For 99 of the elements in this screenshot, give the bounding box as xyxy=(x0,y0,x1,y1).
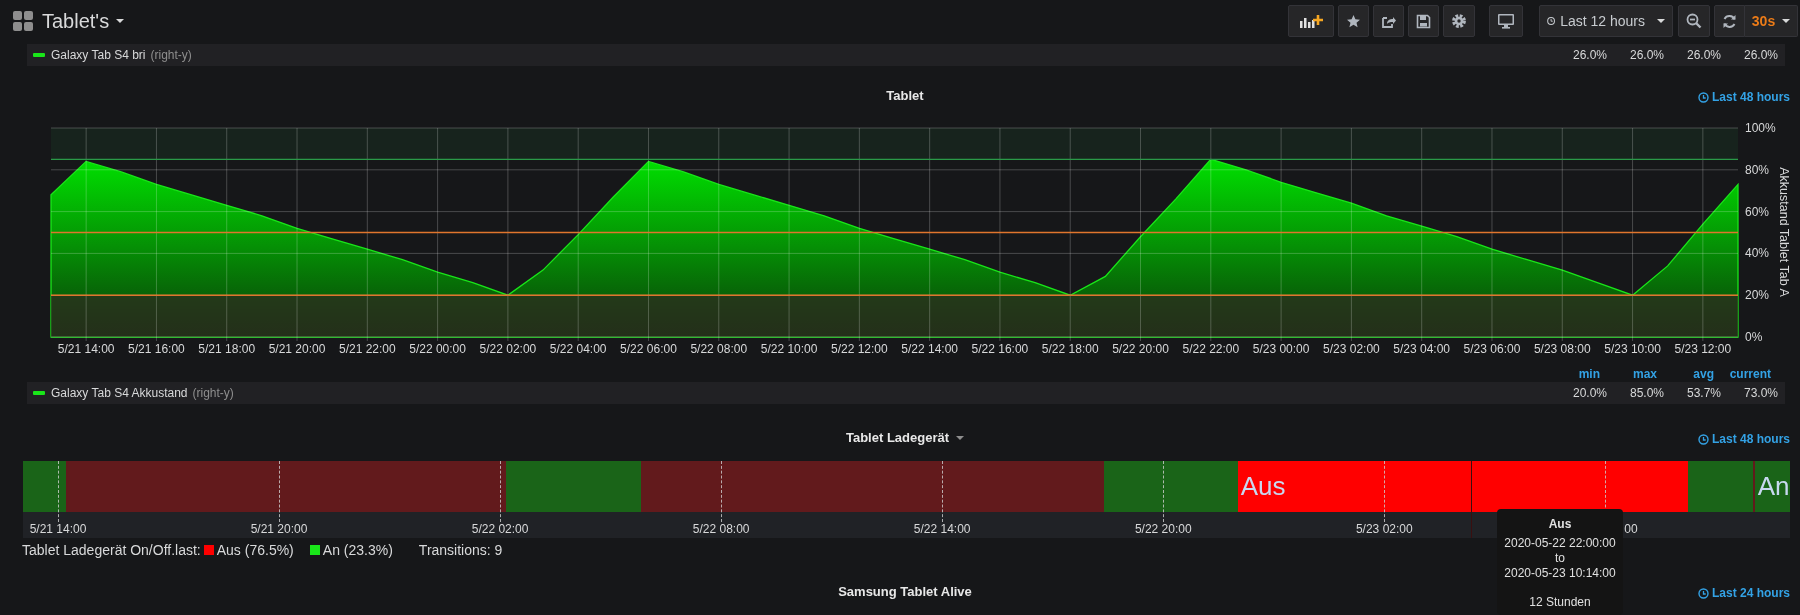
axis-label: 5/23 04:00 xyxy=(1393,342,1451,356)
legend-column-header[interactable]: avg xyxy=(1657,365,1714,381)
tooltip-start-time: 2020-05-22 22:00:00 xyxy=(1503,536,1617,551)
axis-tag: (right-y) xyxy=(150,46,192,64)
panel-title-menu[interactable]: Tablet Ladegerät xyxy=(845,428,965,448)
time-override-label: Last 48 hours xyxy=(1711,89,1790,106)
legend-item: Aus (76.5%) xyxy=(216,540,294,560)
settings-icon xyxy=(1451,13,1467,29)
axis-label: 5/22 10:00 xyxy=(760,342,818,356)
axis-label: 5/22 00:00 xyxy=(409,342,466,356)
refresh-icon xyxy=(1722,13,1737,29)
state-label: An xyxy=(1756,470,1790,503)
tooltip-duration: 12 Stunden xyxy=(1528,595,1592,610)
time-override-label: Last 48 hours xyxy=(1711,431,1790,448)
axis-label: 5/23 02:00 xyxy=(1355,521,1413,538)
clock-icon xyxy=(1547,15,1556,27)
time-override-label: Last 24 hours xyxy=(1711,585,1790,602)
refresh-button[interactable] xyxy=(1714,5,1745,37)
caret-icon xyxy=(1782,19,1791,23)
legend-value: 26.0% xyxy=(1628,47,1664,64)
axis-label: 5/23 12:00 xyxy=(1674,342,1732,356)
tooltip-title: Aus xyxy=(1547,517,1573,532)
zoom-out-button[interactable] xyxy=(1678,5,1710,37)
axis-label: 5/22 14:00 xyxy=(901,342,958,356)
legend-title: Tablet Ladegerät On/Off.last: xyxy=(22,540,201,560)
clock-icon xyxy=(1697,587,1709,599)
star-icon xyxy=(1346,13,1361,29)
axis-label: 00 xyxy=(1624,521,1638,538)
share-button[interactable] xyxy=(1373,5,1404,37)
panel-title: Tablet xyxy=(886,87,924,106)
legend-value: 26.0% xyxy=(1685,47,1721,64)
legend-column-header[interactable]: current xyxy=(1714,365,1771,381)
dashboard-grid-icon[interactable] xyxy=(13,11,33,31)
time-range-picker[interactable]: Last 12 hours xyxy=(1539,5,1673,37)
legend-item: An (23.3%) xyxy=(322,540,393,560)
save-button[interactable] xyxy=(1408,5,1439,37)
axis-label: 5/21 18:00 xyxy=(198,342,256,356)
axis-label: 5/23 06:00 xyxy=(1463,342,1521,356)
star-button[interactable] xyxy=(1338,5,1369,37)
legend-value: 85.0% xyxy=(1628,385,1664,402)
axis-label: 0% xyxy=(1745,330,1763,344)
axis-label: 5/21 16:00 xyxy=(128,342,185,356)
legend-value: 73.0% xyxy=(1742,385,1778,402)
axis-tag: (right-y) xyxy=(192,384,234,402)
axis-label: 5/22 18:00 xyxy=(1041,342,1099,356)
axis-label: 60% xyxy=(1745,204,1770,219)
axis-label: 5/21 22:00 xyxy=(338,342,396,356)
axis-label: 80% xyxy=(1745,162,1770,177)
caret-icon xyxy=(116,19,125,23)
zoom-out-icon xyxy=(1686,13,1702,29)
axis-label: 40% xyxy=(1745,246,1770,261)
bar-chart-plus-icon xyxy=(1299,13,1323,29)
refresh-interval-dropdown[interactable]: 30s xyxy=(1745,5,1798,37)
axis-title: Akkustand Tablet Tab A xyxy=(1777,167,1790,297)
monitor-icon xyxy=(1497,13,1515,29)
axis-label: 5/23 00:00 xyxy=(1252,342,1310,356)
series-name[interactable]: Galaxy Tab S4 bri xyxy=(51,46,146,64)
axis-label: 5/22 08:00 xyxy=(692,521,750,538)
save-icon xyxy=(1416,13,1431,29)
clock-icon xyxy=(1697,433,1709,445)
axis-label: 5/22 04:00 xyxy=(549,342,607,356)
legend-value: 26.0% xyxy=(1742,47,1778,64)
axis-label: 5/21 14:00 xyxy=(29,521,87,538)
axis-label: 5/22 06:00 xyxy=(620,342,677,356)
axis-label: 5/23 10:00 xyxy=(1604,342,1661,356)
axis-label: 5/23 02:00 xyxy=(1323,342,1380,356)
legend-column-header[interactable]: max xyxy=(1600,365,1657,381)
panel-title: Samsung Tablet Alive xyxy=(838,583,972,602)
axis-label: 5/22 08:00 xyxy=(690,342,748,356)
axis-label: 5/22 20:00 xyxy=(1112,342,1169,356)
axis-label: 5/23 08:00 xyxy=(1533,342,1591,356)
axis-label: 5/22 02:00 xyxy=(471,521,529,538)
axis-label: 5/22 22:00 xyxy=(1182,342,1240,356)
state-label: Aus xyxy=(1239,470,1286,503)
legend-value: 53.7% xyxy=(1685,385,1721,402)
dashboard-title-dropdown[interactable]: Tablet's xyxy=(33,6,125,36)
series-name[interactable]: Galaxy Tab S4 Akkustand xyxy=(51,384,188,402)
tooltip-end-time: 2020-05-23 10:14:00 xyxy=(1503,566,1617,581)
axis-label: 100% xyxy=(1745,121,1776,135)
caret-icon xyxy=(1657,19,1665,23)
axis-label: 5/22 12:00 xyxy=(831,342,888,356)
legend-value: 26.0% xyxy=(1571,47,1607,64)
tooltip-separator: to xyxy=(1554,551,1566,566)
transition-count: Transitions: 9 xyxy=(418,540,503,560)
axis-label: 5/21 14:00 xyxy=(57,342,115,356)
add-panel-button[interactable] xyxy=(1288,5,1334,37)
axis-label: 5/22 20:00 xyxy=(1134,521,1192,538)
axis-label: 5/22 16:00 xyxy=(971,342,1029,356)
legend-column-header[interactable]: min xyxy=(1543,365,1600,381)
legend-value: 20.0% xyxy=(1571,385,1607,402)
axis-label: 5/21 20:00 xyxy=(268,342,326,356)
caret-icon xyxy=(956,436,965,440)
axis-label: 5/22 14:00 xyxy=(913,521,971,538)
axis-label: 5/21 20:00 xyxy=(250,521,308,538)
clock-icon xyxy=(1697,91,1709,103)
settings-button[interactable] xyxy=(1443,5,1475,37)
axis-label: 5/22 02:00 xyxy=(479,342,537,356)
axis-label: 20% xyxy=(1745,288,1770,303)
view-mode-button[interactable] xyxy=(1489,5,1523,37)
